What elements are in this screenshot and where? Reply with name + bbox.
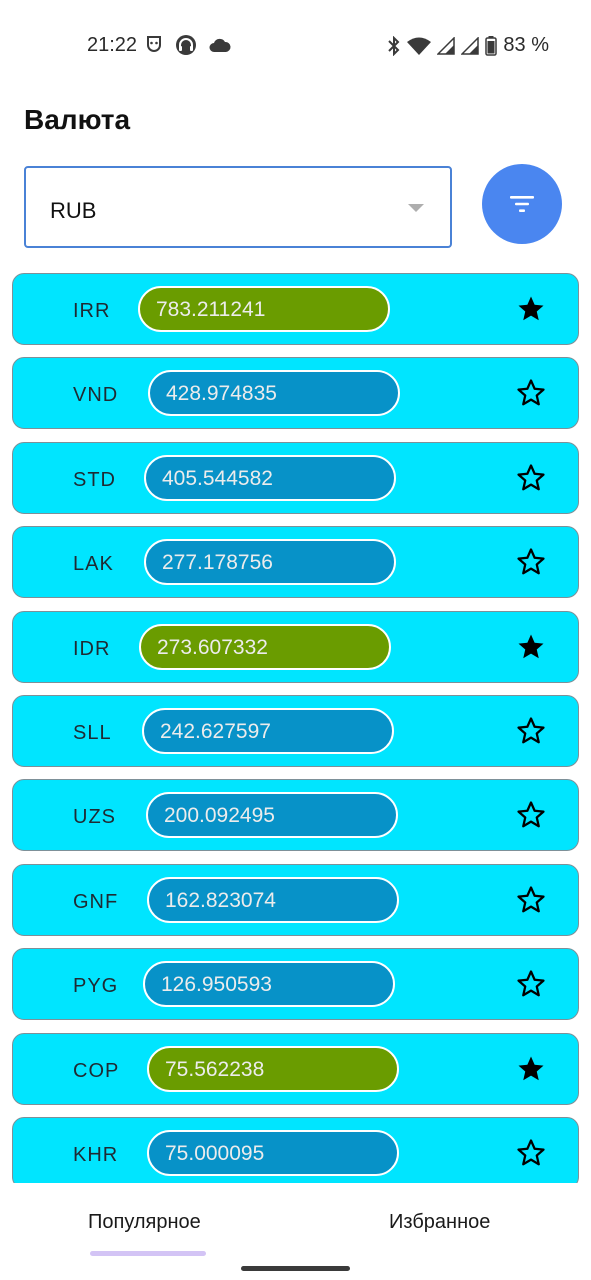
status-notification-icons	[145, 34, 231, 56]
tab-popular[interactable]: Популярное	[88, 1211, 201, 1234]
currency-code: LAK	[73, 553, 114, 576]
currency-code: VND	[73, 384, 119, 407]
rate-row[interactable]: LAK 277.178756	[12, 526, 579, 599]
page-title: Валюта	[24, 104, 131, 135]
rate-row[interactable]: GNF 162.823074	[12, 863, 579, 936]
rate-row[interactable]: KHR 75.000095	[12, 1116, 579, 1183]
currency-code: IDR	[73, 637, 111, 660]
rate-row[interactable]: COP 75.562238	[12, 1032, 579, 1105]
currency-select-value: RUB	[50, 198, 97, 223]
bottom-tab-bar: Популярное Избранное	[0, 1185, 591, 1280]
rate-value-pill: 783.211241	[138, 286, 390, 332]
rate-value: 273.607332	[157, 635, 268, 659]
rate-value: 783.211241	[156, 298, 266, 321]
rate-row[interactable]: IDR 273.607332	[12, 610, 579, 683]
tab-favorites[interactable]: Избранное	[389, 1211, 490, 1234]
star-filled-icon[interactable]	[516, 632, 546, 662]
currency-code: PYG	[73, 975, 119, 998]
battery-percent: 83 %	[503, 34, 549, 56]
currency-code: SLL	[73, 721, 112, 744]
active-tab-indicator	[90, 1251, 206, 1256]
star-outline-icon[interactable]	[516, 969, 546, 999]
rate-row[interactable]: UZS 200.092495	[12, 779, 579, 852]
rate-value: 75.000095	[165, 1141, 265, 1165]
rate-value-pill: 242.627597	[142, 707, 394, 754]
currency-code: GNF	[73, 890, 119, 913]
rates-list[interactable]: IRR 783.211241 VND 428.974835 STD 405.544582 L…	[12, 273, 579, 1183]
currency-code: STD	[73, 468, 116, 491]
rate-value-pill: 273.607332	[139, 623, 391, 670]
rate-value-pill: 126.950593	[143, 961, 395, 1008]
bluetooth-icon	[387, 35, 401, 56]
rate-value: 405.544582	[162, 466, 273, 490]
star-outline-icon[interactable]	[516, 885, 546, 915]
rate-value: 277.178756	[162, 551, 273, 575]
status-bar: 21:22 83 %	[0, 0, 591, 90]
star-outline-icon[interactable]	[516, 800, 546, 830]
rate-value-pill: 405.544582	[144, 454, 396, 501]
currency-code: IRR	[73, 300, 111, 322]
currency-code: COP	[73, 1059, 120, 1082]
home-indicator	[241, 1266, 350, 1271]
dropdown-arrow-icon	[408, 204, 424, 212]
battery-icon	[485, 35, 498, 56]
filter-button[interactable]	[482, 164, 562, 244]
rate-value: 428.974835	[166, 382, 277, 406]
rate-value: 75.562238	[165, 1057, 265, 1081]
rate-value-pill: 75.562238	[147, 1045, 399, 1092]
star-outline-icon[interactable]	[516, 547, 546, 577]
star-outline-icon[interactable]	[516, 463, 546, 493]
cloud-icon	[209, 37, 231, 53]
star-outline-icon[interactable]	[516, 716, 546, 746]
currency-select[interactable]: RUB	[24, 166, 452, 248]
currency-code: KHR	[73, 1143, 119, 1166]
star-filled-icon[interactable]	[516, 1054, 546, 1084]
rate-value: 242.627597	[160, 719, 271, 743]
rate-value: 162.823074	[165, 888, 276, 912]
star-outline-icon[interactable]	[516, 378, 546, 408]
status-time: 21:22	[87, 34, 138, 56]
signal-icon	[461, 36, 480, 55]
rate-row[interactable]: VND 428.974835	[12, 357, 579, 430]
rate-value-pill: 75.000095	[147, 1129, 399, 1176]
rate-value-pill: 200.092495	[146, 792, 398, 839]
mask-icon	[145, 35, 163, 55]
filter-icon	[510, 196, 534, 212]
star-filled-icon[interactable]	[516, 294, 546, 324]
rate-row[interactable]: SLL 242.627597	[12, 694, 579, 767]
headset-icon	[175, 34, 197, 56]
rate-value-pill: 428.974835	[148, 370, 400, 417]
rate-value: 126.950593	[161, 973, 272, 997]
wifi-icon	[407, 37, 432, 55]
star-outline-icon[interactable]	[516, 1138, 546, 1168]
rate-row[interactable]: PYG 126.950593	[12, 948, 579, 1021]
rate-value: 200.092495	[164, 804, 275, 828]
currency-code: UZS	[73, 806, 116, 829]
status-system-icons: 83 %	[387, 34, 549, 57]
rate-value-pill: 277.178756	[144, 539, 396, 586]
rate-row[interactable]: STD 405.544582	[12, 441, 579, 514]
rate-value-pill: 162.823074	[147, 876, 399, 923]
rate-row[interactable]: IRR 783.211241	[12, 273, 579, 345]
signal-icon	[437, 36, 456, 55]
